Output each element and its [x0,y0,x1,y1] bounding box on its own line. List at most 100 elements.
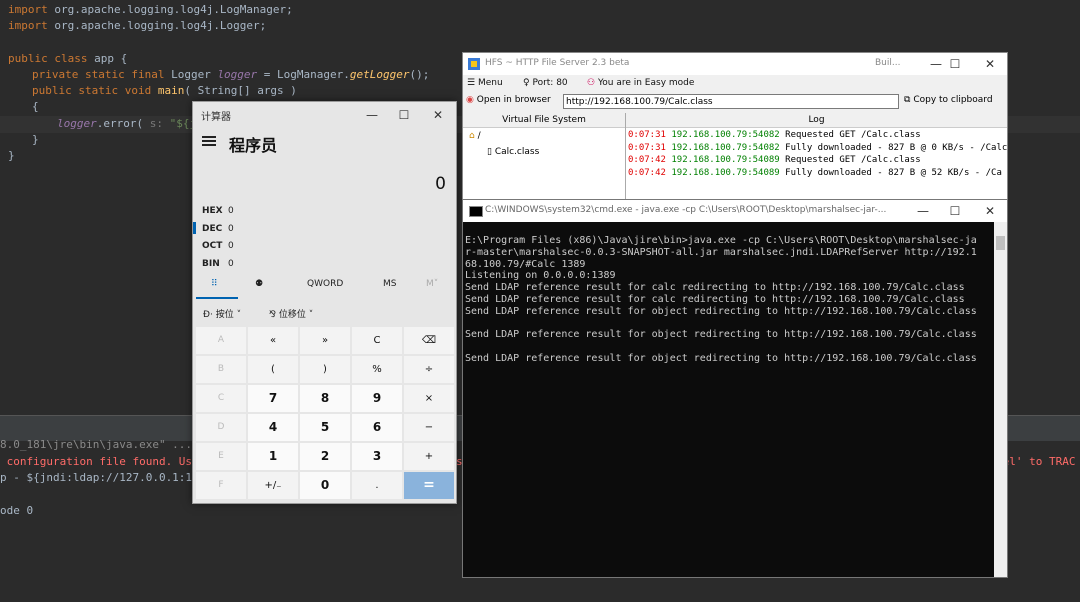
hfs-logo-icon [468,58,480,70]
keypad-tab-icon[interactable]: ⠿ [211,279,218,289]
file-icon: ▯ [487,147,492,157]
log-time: 0:07:31 [628,142,666,153]
bitwise-button[interactable]: Ð· 按位 ˅ [203,307,241,320]
calc-key-3-3[interactable]: 6 [352,414,402,441]
calc-key-2-4[interactable]: × [404,385,454,412]
calc-key-5-3[interactable]: . [352,472,402,499]
calc-key-1-1[interactable]: ( [248,356,298,383]
vfs-root-item[interactable]: ⌂ / [469,131,481,141]
menu-icon[interactable] [202,136,216,146]
calc-key-1-2[interactable]: ) [300,356,350,383]
calc-key-4-4[interactable]: + [404,443,454,470]
memory-list-button[interactable]: M˅ [426,279,438,289]
minimize-button[interactable]: — [357,105,387,125]
close-button[interactable]: ✕ [975,201,1005,221]
port-icon: ♀ [523,78,530,88]
memory-store-button[interactable]: MS [383,279,396,289]
calc-key-2-2[interactable]: 8 [300,385,350,412]
maximize-button[interactable]: ☐ [940,54,970,74]
calc-key-3-2[interactable]: 5 [300,414,350,441]
code-line-4: public class app { [8,52,128,65]
root-folder-icon: ⌂ [469,131,475,141]
bitwise-icon: Ð· [203,310,213,320]
log-message: Fully downloaded - 827 B @ 52 KB/s - /Ca [785,167,1002,178]
open-in-browser-button[interactable]: ◉ Open in browser [466,95,551,105]
calc-key-4-2[interactable]: 2 [300,443,350,470]
url-field[interactable]: http://192.168.100.79/Calc.class [563,94,899,109]
menu-button[interactable]: ☰ Menu [467,78,503,88]
base-oct[interactable]: OCT 0 [202,238,234,254]
calc-key-2-3[interactable]: 9 [352,385,402,412]
log-ip: 192.168.100.79:54089 [671,155,780,165]
minimize-button[interactable]: — [908,201,938,221]
log-ip: 192.168.100.79:54089 [671,167,780,178]
calc-key-1-3[interactable]: % [352,356,402,383]
word-size-button[interactable]: QWORD [307,279,343,289]
calc-key-2-0[interactable]: C [196,385,246,412]
calc-key-0-4[interactable]: ⌫ [404,327,454,354]
code-line-7: { [32,100,39,113]
virtual-file-system-panel[interactable]: Virtual File System ⌂ / ▯ Calc.class [463,113,626,201]
maximize-button[interactable]: ☐ [389,105,419,125]
calc-key-2-1[interactable]: 7 [248,385,298,412]
cmd-line: r-master\marshalsec-0.0.3-SNAPSHOT-all.j… [465,246,977,258]
log-ip: 192.168.100.79:54082 [671,130,780,140]
log-time: 0:07:31 [628,130,666,140]
hfs-titlebar[interactable]: HFS ~ HTTP File Server 2.3 beta Buil... … [463,53,1007,75]
mode-button[interactable]: ⚇ You are in Easy mode [587,78,694,88]
base-dec[interactable]: DEC 0 [202,221,234,237]
base-selected-indicator [193,222,196,234]
bitshift-button[interactable]: ⅋ 位移位 ˅ [269,307,313,320]
cmd-window: C:\WINDOWS\system32\cmd.exe - java.exe -… [462,199,1008,578]
active-tab-underline [196,297,238,299]
calculator-mode-title: 程序员 [229,136,278,155]
log-ip: 192.168.100.79:54082 [671,142,780,153]
hfs-title: HFS ~ HTTP File Server 2.3 beta [485,58,630,68]
code-line-5: private static final Logger logger = Log… [32,68,430,81]
calc-key-5-1[interactable]: +/₋ [248,472,298,499]
code-line-2: import org.apache.logging.log4j.Logger; [8,19,267,32]
base-bin[interactable]: BIN 0 [202,256,234,272]
log-message: Requested GET /Calc.class [785,130,921,140]
cmd-line: E:\Program Files (x86)\Java\jire\bin>jav… [465,235,977,246]
code-line-10: } [8,149,15,162]
calc-key-3-1[interactable]: 4 [248,414,298,441]
hfs-title-build: Buil... [875,58,901,68]
menu-icon: ☰ [467,78,476,88]
log-time: 0:07:42 [628,167,666,178]
calc-key-1-0[interactable]: B [196,356,246,383]
close-button[interactable]: ✕ [423,105,453,125]
calc-key-0-1[interactable]: « [248,327,298,354]
base-hex[interactable]: HEX 0 [202,203,234,219]
calculator-title: 计算器 [201,112,231,123]
calc-key-5-2[interactable]: 0 [300,472,350,499]
calc-key-5-0[interactable]: F [196,472,246,499]
close-button[interactable]: ✕ [975,54,1005,74]
log-panel[interactable]: Log 0:07:31 192.168.100.79:54082 Request… [626,113,1007,201]
port-button[interactable]: ♀ Port: 80 [523,78,568,88]
calc-key-4-0[interactable]: E [196,443,246,470]
scrollbar-thumb[interactable] [996,236,1005,250]
calc-key-4-3[interactable]: 3 [352,443,402,470]
bitflip-tab-icon[interactable]: ⚉ [255,279,263,289]
cmd-titlebar[interactable]: C:\WINDOWS\system32\cmd.exe - java.exe -… [463,200,1007,222]
calc-key-5-4[interactable]: = [404,472,454,499]
log-message: Requested GET /Calc.class [785,155,921,165]
vfs-file-item[interactable]: ▯ Calc.class [487,147,539,157]
calculator-display: 0 [435,174,446,194]
calc-key-0-2[interactable]: » [300,327,350,354]
calc-key-3-0[interactable]: D [196,414,246,441]
cmd-line: Send LDAP reference result for object re… [465,305,977,317]
maximize-button[interactable]: ☐ [940,201,970,221]
calculator-titlebar[interactable]: 计算器 — ☐ ✕ [193,102,456,128]
cmd-line: Send LDAP reference result for calc redi… [465,282,965,294]
calc-key-0-0[interactable]: A [196,327,246,354]
copy-to-clipboard-button[interactable]: ⧉ Copy to clipboard [904,95,993,105]
calc-key-1-4[interactable]: ÷ [404,356,454,383]
calc-key-0-3[interactable]: C [352,327,402,354]
calc-key-4-1[interactable]: 1 [248,443,298,470]
calc-key-3-4[interactable]: − [404,414,454,441]
cmd-scrollbar[interactable] [994,222,1007,577]
cmd-title: C:\WINDOWS\system32\cmd.exe - java.exe -… [485,205,887,215]
hfs-urlbar: ◉ Open in browser http://192.168.100.79/… [463,93,1007,113]
